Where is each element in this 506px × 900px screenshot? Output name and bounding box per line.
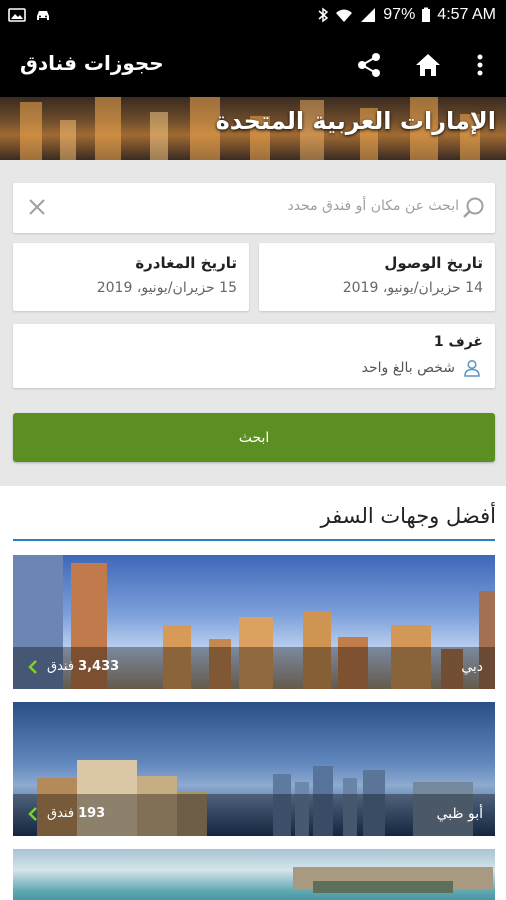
rooms-label: غرف 1 (433, 334, 483, 350)
hotel-count-unit: فندق (47, 659, 75, 674)
hotel-count: 3,433 فندق (47, 659, 119, 674)
home-icon (416, 54, 440, 76)
search-icon (463, 197, 484, 218)
destination-caption: دبي 3,433 فندق (13, 647, 495, 689)
destination-card-dubai[interactable]: دبي 3,433 فندق (13, 555, 495, 689)
signal-icon (361, 8, 376, 22)
hotel-count: 193 فندق (47, 806, 105, 821)
chevron-left-icon (28, 807, 37, 821)
overflow-menu-button[interactable] (464, 49, 496, 81)
destination-card-coast[interactable] (13, 849, 495, 900)
home-button[interactable] (412, 49, 444, 81)
wifi-icon (336, 9, 353, 22)
hero-banner: الإمارات العربية المتحدة (0, 97, 506, 160)
top-destinations-section: أفضل وجهات السفر (0, 486, 506, 900)
destination-card-abu-dhabi[interactable]: أبو ظبي 193 فندق (13, 702, 495, 836)
section-divider (13, 539, 495, 541)
status-bar: 97% 4:57 AM (0, 0, 506, 33)
guests-value: شخص بالغ واحد (361, 360, 455, 376)
more-vert-icon (477, 54, 483, 76)
rooms-guests-field[interactable]: غرف 1 شخص بالغ واحد (13, 324, 495, 388)
share-button[interactable] (353, 49, 385, 81)
section-heading: أفضل وجهات السفر (320, 504, 497, 528)
hotel-count-unit: فندق (47, 806, 75, 821)
departure-date-field[interactable]: تاريخ المغادرة 15 حزيران/يونيو، 2019 (13, 243, 249, 311)
departure-date-value: 15 حزيران/يونيو، 2019 (96, 280, 237, 296)
battery-icon (422, 7, 431, 22)
car-icon (37, 11, 49, 20)
arrival-date-field[interactable]: تاريخ الوصول 14 حزيران/يونيو، 2019 (259, 243, 495, 311)
bluetooth-icon (318, 7, 329, 23)
share-icon (358, 53, 380, 77)
chevron-left-icon (28, 660, 37, 674)
app-bar: حجوزات فنادق (0, 33, 506, 97)
clear-icon[interactable] (25, 195, 49, 219)
search-input[interactable]: ابحث عن مكان أو فندق محدد (13, 183, 495, 233)
destination-caption: أبو ظبي 193 فندق (13, 794, 495, 836)
clock: 4:57 AM (437, 6, 496, 23)
arrival-date-label: تاريخ الوصول (384, 254, 483, 272)
app-title: حجوزات فنادق (20, 51, 164, 75)
battery-text: 97% (383, 6, 416, 23)
person-icon (464, 359, 480, 377)
arrival-date-value: 14 حزيران/يونيو، 2019 (342, 280, 483, 296)
search-form: ابحث عن مكان أو فندق محدد تاريخ الوصول 1… (0, 160, 506, 486)
search-button[interactable]: ابحث (13, 413, 495, 462)
hotel-count-number: 3,433 (78, 659, 120, 674)
search-placeholder: ابحث عن مكان أو فندق محدد (287, 198, 459, 214)
destination-name: دبي (461, 659, 483, 675)
gallery-icon (8, 8, 26, 22)
departure-date-label: تاريخ المغادرة (135, 254, 237, 272)
hotel-count-number: 193 (78, 806, 106, 821)
hero-title: الإمارات العربية المتحدة (215, 107, 496, 135)
destination-name: أبو ظبي (436, 806, 483, 822)
